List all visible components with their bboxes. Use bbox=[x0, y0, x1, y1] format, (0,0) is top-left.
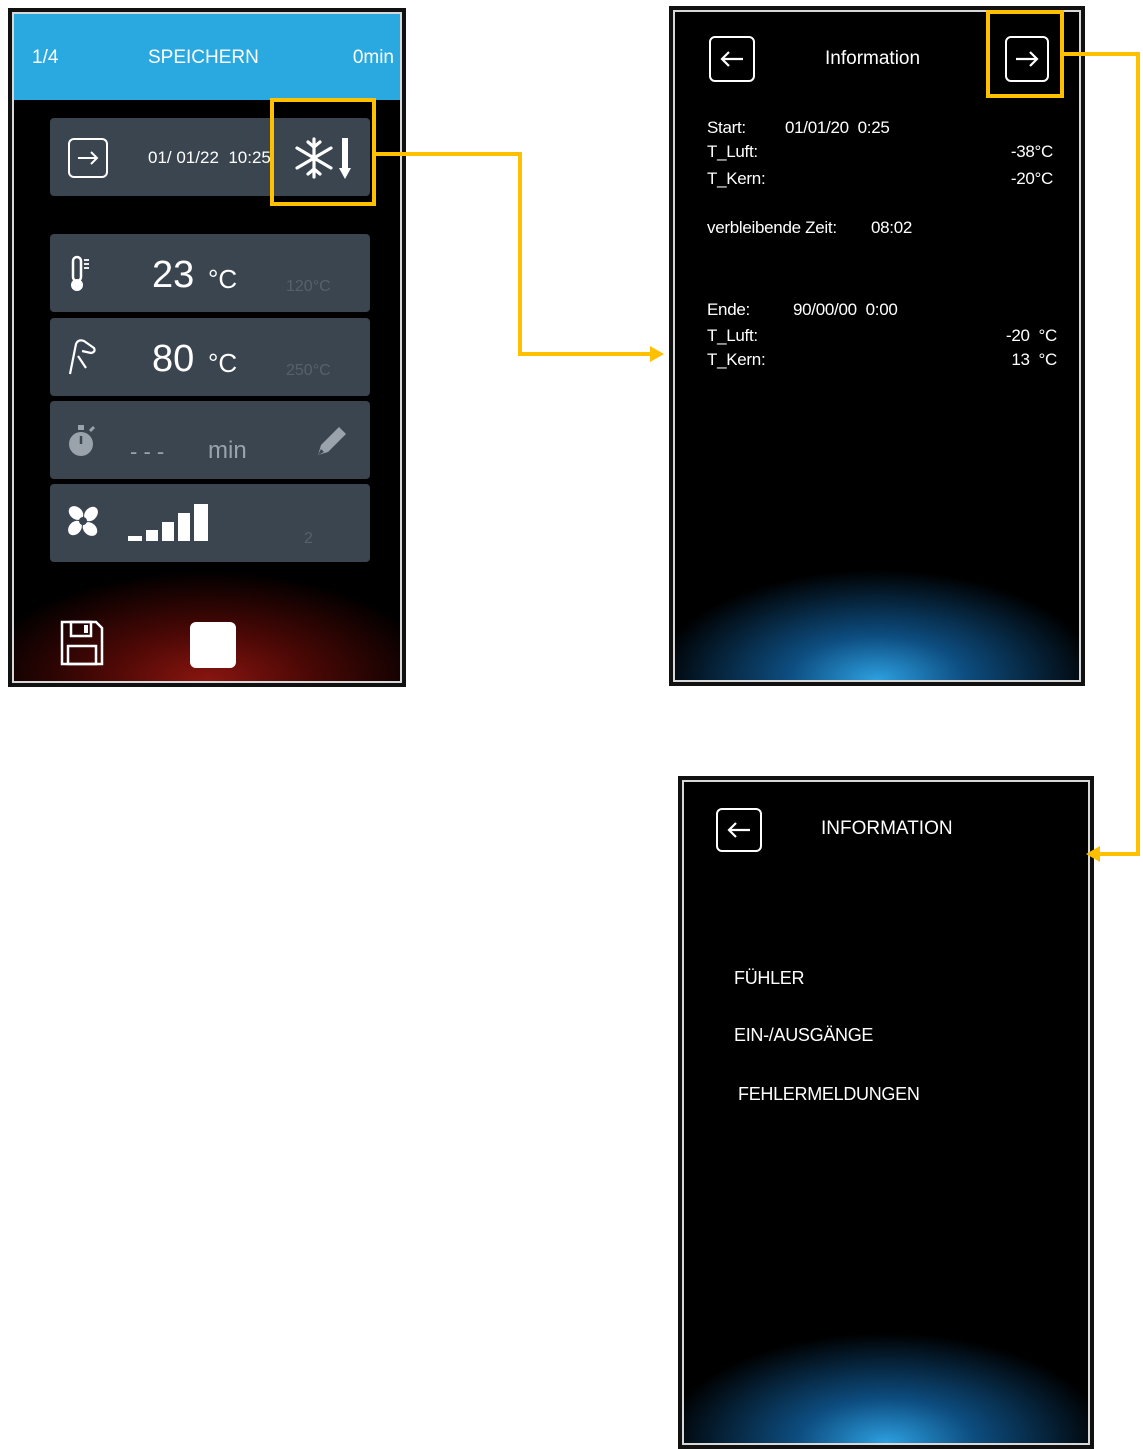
save-title-button[interactable]: SPEICHERN bbox=[148, 47, 259, 69]
core-temp-max: 250°C bbox=[286, 362, 331, 379]
remaining-label: verbleibende Zeit: bbox=[707, 218, 837, 237]
info-arrow-button[interactable] bbox=[68, 138, 108, 178]
t-luft-start-value: -38°C bbox=[1010, 142, 1053, 161]
core-probe-icon bbox=[68, 339, 96, 375]
top-bar: 1/4 SPEICHERN 0min bbox=[14, 14, 400, 100]
air-temp-unit: °C bbox=[208, 264, 238, 294]
connector-arrowhead bbox=[1086, 846, 1100, 862]
connector-line bbox=[1136, 52, 1140, 856]
connector-line bbox=[376, 152, 522, 156]
connector-line bbox=[1100, 852, 1140, 856]
arrow-right-icon bbox=[78, 151, 99, 165]
air-temp-card[interactable]: 23 °C 120°C bbox=[50, 234, 370, 312]
bottom-glow bbox=[675, 570, 1079, 680]
menu-item-fuehler[interactable]: FÜHLER bbox=[734, 968, 805, 989]
fan-speed-card[interactable]: 2 bbox=[50, 484, 370, 562]
timer-unit: min bbox=[208, 437, 247, 464]
fan-level-value: 2 bbox=[304, 530, 313, 547]
stopwatch-icon bbox=[69, 425, 96, 456]
ende-label: Ende: bbox=[707, 300, 750, 319]
arrow-left-icon bbox=[727, 822, 750, 838]
timer-value: - - - bbox=[130, 439, 165, 464]
t-luft-label: T_Luft: bbox=[707, 142, 758, 161]
highlight-next-button bbox=[986, 10, 1064, 98]
t-kern-ende-label: T_Kern: bbox=[707, 350, 766, 369]
ende-value: 90/00/00 0:00 bbox=[793, 300, 898, 319]
t-kern-ende-value: 13 °C bbox=[1011, 350, 1057, 369]
core-temp-card[interactable]: 80 °C 250°C bbox=[50, 318, 370, 396]
elapsed-time: 0min bbox=[352, 47, 394, 68]
save-floppy-icon[interactable] bbox=[58, 618, 106, 668]
air-temp-value: 23 bbox=[152, 254, 195, 296]
edit-pencil-icon[interactable] bbox=[312, 421, 352, 461]
information-title: Information bbox=[825, 48, 921, 69]
menu-item-fehlermeldungen[interactable]: FEHLERMELDUNGEN bbox=[738, 1084, 920, 1105]
connector-line bbox=[518, 152, 522, 356]
thermometer-icon bbox=[71, 255, 89, 291]
t-luft-ende-value: -20 °C bbox=[1006, 326, 1057, 345]
back-button[interactable] bbox=[716, 808, 762, 852]
start-datetime: 01/ 01/22 10:25 bbox=[148, 148, 271, 167]
air-temp-max: 120°C bbox=[286, 278, 331, 295]
timer-card[interactable]: - - - min bbox=[50, 401, 370, 479]
core-temp-value: 80 bbox=[152, 338, 195, 380]
information-menu-title: INFORMATION bbox=[821, 818, 953, 839]
stop-button[interactable] bbox=[190, 622, 236, 668]
arrow-left-icon bbox=[720, 51, 743, 67]
connector-line bbox=[518, 352, 652, 356]
connector-arrowhead bbox=[650, 346, 664, 362]
remaining-value: 08:02 bbox=[871, 218, 913, 237]
t-kern-start-value: -20°C bbox=[1010, 169, 1053, 188]
t-luft-ende-label: T_Luft: bbox=[707, 326, 758, 345]
information-detail-screen: Information Start: 01/01/20 0:25 T_Luft:… bbox=[669, 6, 1085, 686]
core-temp-unit: °C bbox=[208, 348, 238, 378]
t-kern-label: T_Kern: bbox=[707, 169, 766, 188]
fan-icon bbox=[68, 506, 98, 536]
connector-line bbox=[1064, 52, 1140, 56]
highlight-freeze-icon bbox=[270, 98, 376, 206]
information-menu-screen: INFORMATION FÜHLER EIN-/AUSGÄNGE FEHLERM… bbox=[678, 776, 1094, 1449]
start-value: 01/01/20 0:25 bbox=[785, 118, 890, 137]
back-button[interactable] bbox=[709, 36, 755, 82]
program-index: 1/4 bbox=[32, 47, 59, 68]
bottom-glow bbox=[684, 1333, 1088, 1443]
fan-level-bars[interactable] bbox=[126, 500, 218, 546]
start-label: Start: bbox=[707, 118, 746, 137]
menu-item-ein-ausgaenge[interactable]: EIN-/AUSGÄNGE bbox=[734, 1025, 873, 1046]
